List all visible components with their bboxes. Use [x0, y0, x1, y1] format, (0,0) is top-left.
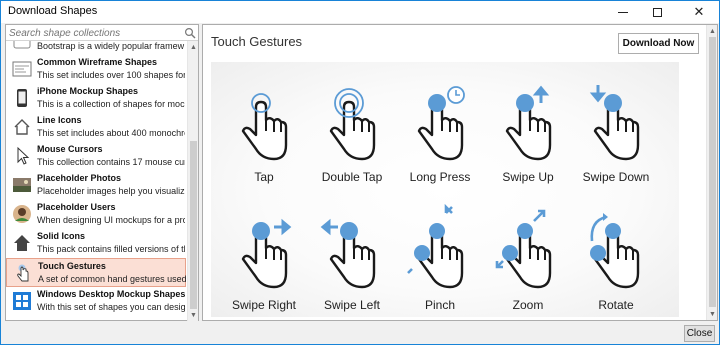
line-icons-icon	[14, 119, 30, 135]
collection-item-title: Line Icons	[37, 115, 82, 125]
gesture-label: Swipe Up	[502, 170, 554, 184]
gesture-tile: Zoom	[484, 207, 572, 317]
gesture-label: Swipe Left	[323, 298, 381, 312]
gesture-tile: Tap	[220, 79, 308, 189]
gesture-tile: Long Press	[396, 79, 484, 189]
solid-icons-icon	[14, 235, 30, 251]
gesture-tile: Rotate	[572, 207, 660, 317]
collection-item[interactable]: iPhone Mockup Shapes This is a collection…	[6, 84, 186, 113]
gesture-label: Double Tap	[321, 170, 383, 184]
collection-item[interactable]: Placeholder Photos Placeholder images hel…	[6, 171, 186, 200]
collection-item[interactable]: Touch Gestures A set of common hand gestu…	[6, 258, 186, 287]
zoom-gesture-icon	[495, 209, 552, 289]
detail-scrollbar[interactable]: ▲ ▼	[706, 25, 717, 320]
window-title: Download Shapes	[8, 5, 98, 17]
collection-item-title: Common Wireframe Shapes	[37, 57, 157, 67]
tap-gesture-icon	[241, 93, 288, 161]
wireframe-icon	[12, 61, 32, 77]
collection-item-description: This collection contains 17 mouse cur	[37, 157, 185, 167]
gesture-tile: Swipe Left	[308, 207, 396, 317]
search-input[interactable]	[9, 26, 179, 40]
search-icon[interactable]	[184, 27, 196, 39]
download-shapes-dialog: Download Shapes ✕ Bootstrap is a widely …	[0, 0, 720, 345]
collection-item-title: Windows Desktop Mockup Shapes	[37, 289, 186, 299]
gesture-tile: Pinch	[396, 203, 484, 317]
collection-item-description: Bootstrap is a widely popular framew	[37, 41, 185, 51]
close-button[interactable]: Close	[684, 325, 715, 342]
scrollbar-thumb[interactable]	[190, 141, 197, 309]
swipe-down-gesture-icon	[589, 85, 640, 161]
maximize-icon	[652, 7, 662, 17]
scroll-up-arrow-icon[interactable]: ▲	[707, 25, 718, 37]
gesture-label: Rotate	[598, 298, 634, 312]
collection-item-description: When designing UI mockups for a pro	[37, 215, 185, 225]
gesture-tile: Swipe Down	[572, 79, 660, 189]
collection-item-description: With this set of shapes you can desig	[37, 302, 185, 312]
iphone-icon	[17, 89, 27, 107]
collection-item[interactable]: Mouse Cursors This collection contains 17…	[6, 142, 186, 171]
collection-item-title: Touch Gestures	[38, 261, 106, 271]
collection-item[interactable]: Line Icons This set includes about 400 mo…	[6, 113, 186, 142]
collection-item-title: Mouse Cursors	[37, 144, 103, 154]
gesture-tile: Double Tap	[308, 79, 396, 189]
gesture-label: Pinch	[424, 298, 456, 312]
gesture-label: Zoom	[512, 298, 544, 312]
double-tap-gesture-icon	[329, 88, 376, 161]
gesture-label: Long Press	[409, 170, 471, 184]
search-bar	[6, 25, 198, 41]
minimize-icon	[618, 11, 628, 13]
scroll-down-arrow-icon[interactable]: ▼	[707, 308, 718, 320]
gesture-label: Swipe Down	[582, 170, 650, 184]
collection-item-title: iPhone Mockup Shapes	[37, 86, 139, 96]
touch-gesture-icon	[17, 264, 29, 282]
collection-item[interactable]: Bootstrap is a widely popular framew	[6, 41, 186, 55]
gesture-tile: Swipe Right	[220, 207, 308, 317]
long-press-gesture-icon	[417, 86, 465, 161]
close-icon: ✕	[693, 4, 705, 19]
collections-panel: Bootstrap is a widely popular framew Comm…	[5, 24, 199, 321]
rotate-gesture-icon	[590, 213, 640, 289]
collection-item-title: Placeholder Users	[37, 202, 116, 212]
bootstrap-icon	[13, 41, 31, 49]
collection-item[interactable]: Windows Desktop Mockup Shapes With this s…	[6, 287, 186, 316]
user-avatar-icon	[13, 205, 31, 223]
gesture-tile: Swipe Up	[484, 79, 572, 189]
collection-item-title: Solid Icons	[37, 231, 86, 241]
scroll-up-arrow-icon[interactable]: ▲	[188, 41, 199, 53]
gesture-preview: Tap Double Tap Long Press Swipe Up Swipe Dow…	[211, 62, 679, 317]
swipe-left-gesture-icon	[320, 218, 376, 289]
collection-list-scrollbar[interactable]: ▲ ▼	[187, 41, 198, 321]
swipe-right-gesture-icon	[241, 218, 292, 289]
minimize-button[interactable]	[607, 1, 639, 23]
photo-icon	[13, 178, 31, 192]
pinch-gesture-icon	[407, 203, 464, 289]
download-now-button[interactable]: Download Now	[618, 33, 699, 54]
title-bar: Download Shapes ✕	[1, 1, 719, 23]
gesture-label: Swipe Right	[231, 298, 297, 312]
scroll-down-arrow-icon[interactable]: ▼	[188, 309, 199, 321]
collection-item[interactable]: Solid Icons This pack contains filled ver…	[6, 229, 186, 258]
collection-item-description: This is a collection of shapes for mock	[37, 99, 185, 109]
maximize-button[interactable]	[641, 1, 673, 23]
scrollbar-thumb[interactable]	[709, 37, 716, 307]
collection-item[interactable]: Placeholder Users When designing UI mocku…	[6, 200, 186, 229]
collection-item-title: Placeholder Photos	[37, 173, 122, 183]
gesture-label: Tap	[254, 170, 274, 184]
collection-item-description: This set includes over 100 shapes for l	[37, 70, 185, 80]
collection-item[interactable]: Common Wireframe Shapes This set includes…	[6, 55, 186, 84]
collection-item-description: A set of common hand gestures used	[38, 274, 186, 284]
swipe-up-gesture-icon	[505, 85, 552, 161]
collection-list: Bootstrap is a widely popular framew Comm…	[6, 41, 186, 321]
close-window-button[interactable]: ✕	[683, 1, 715, 23]
collection-heading: Touch Gestures	[211, 34, 303, 49]
collection-item-description: This set includes about 400 monochro	[37, 128, 185, 138]
collection-detail-panel: Touch Gestures Download Now Tap Double Ta…	[202, 24, 718, 321]
windows-icon	[13, 292, 31, 310]
collection-item-description: Placeholder images help you visualize	[37, 186, 185, 196]
collection-item-description: This pack contains filled versions of th…	[37, 244, 185, 254]
mouse-cursor-icon	[17, 146, 30, 165]
